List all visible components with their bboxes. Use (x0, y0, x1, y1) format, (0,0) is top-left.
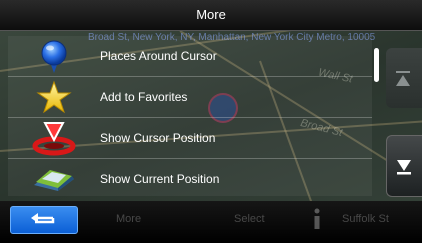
page-title: More (196, 7, 226, 22)
scroll-up-button[interactable] (386, 48, 422, 108)
menu-item-label: Show Cursor Position (100, 131, 216, 145)
title-bar: More (0, 0, 422, 31)
menu-item-show-cursor-position[interactable]: Show Cursor Position (8, 118, 372, 159)
back-arrow-icon (31, 213, 55, 224)
ghost-more-label: More (116, 213, 142, 225)
chevron-down-icon (397, 160, 411, 175)
menu-item-add-to-favorites[interactable]: Add to Favorites (8, 77, 372, 118)
scroll-down-button[interactable] (386, 135, 422, 197)
cursor-position-icon (28, 120, 80, 156)
back-button[interactable] (10, 206, 78, 234)
bottom-bar: More Select Suffolk St (0, 201, 422, 243)
ghost-select-label: Select (234, 213, 265, 225)
menu-item-label: Places Around Cursor (100, 49, 217, 63)
menu-list: Places Around Cursor Add to Favorites Sh… (8, 36, 372, 196)
scrollbar-thumb[interactable] (374, 48, 379, 82)
menu-item-label: Show Current Position (100, 172, 220, 186)
car-arrow-icon (28, 161, 80, 196)
screen: Wall St Broad St More Broad St, New York… (0, 0, 422, 243)
ghost-street-label: Suffolk St (342, 213, 389, 225)
info-icon (310, 207, 324, 231)
blue-pin-icon (28, 38, 80, 74)
star-icon (28, 79, 80, 115)
menu-item-label: Add to Favorites (100, 90, 188, 104)
menu-item-places-around-cursor[interactable]: Places Around Cursor (8, 36, 372, 77)
chevron-up-icon (396, 71, 410, 86)
menu-item-show-current-position[interactable]: Show Current Position (8, 159, 372, 196)
